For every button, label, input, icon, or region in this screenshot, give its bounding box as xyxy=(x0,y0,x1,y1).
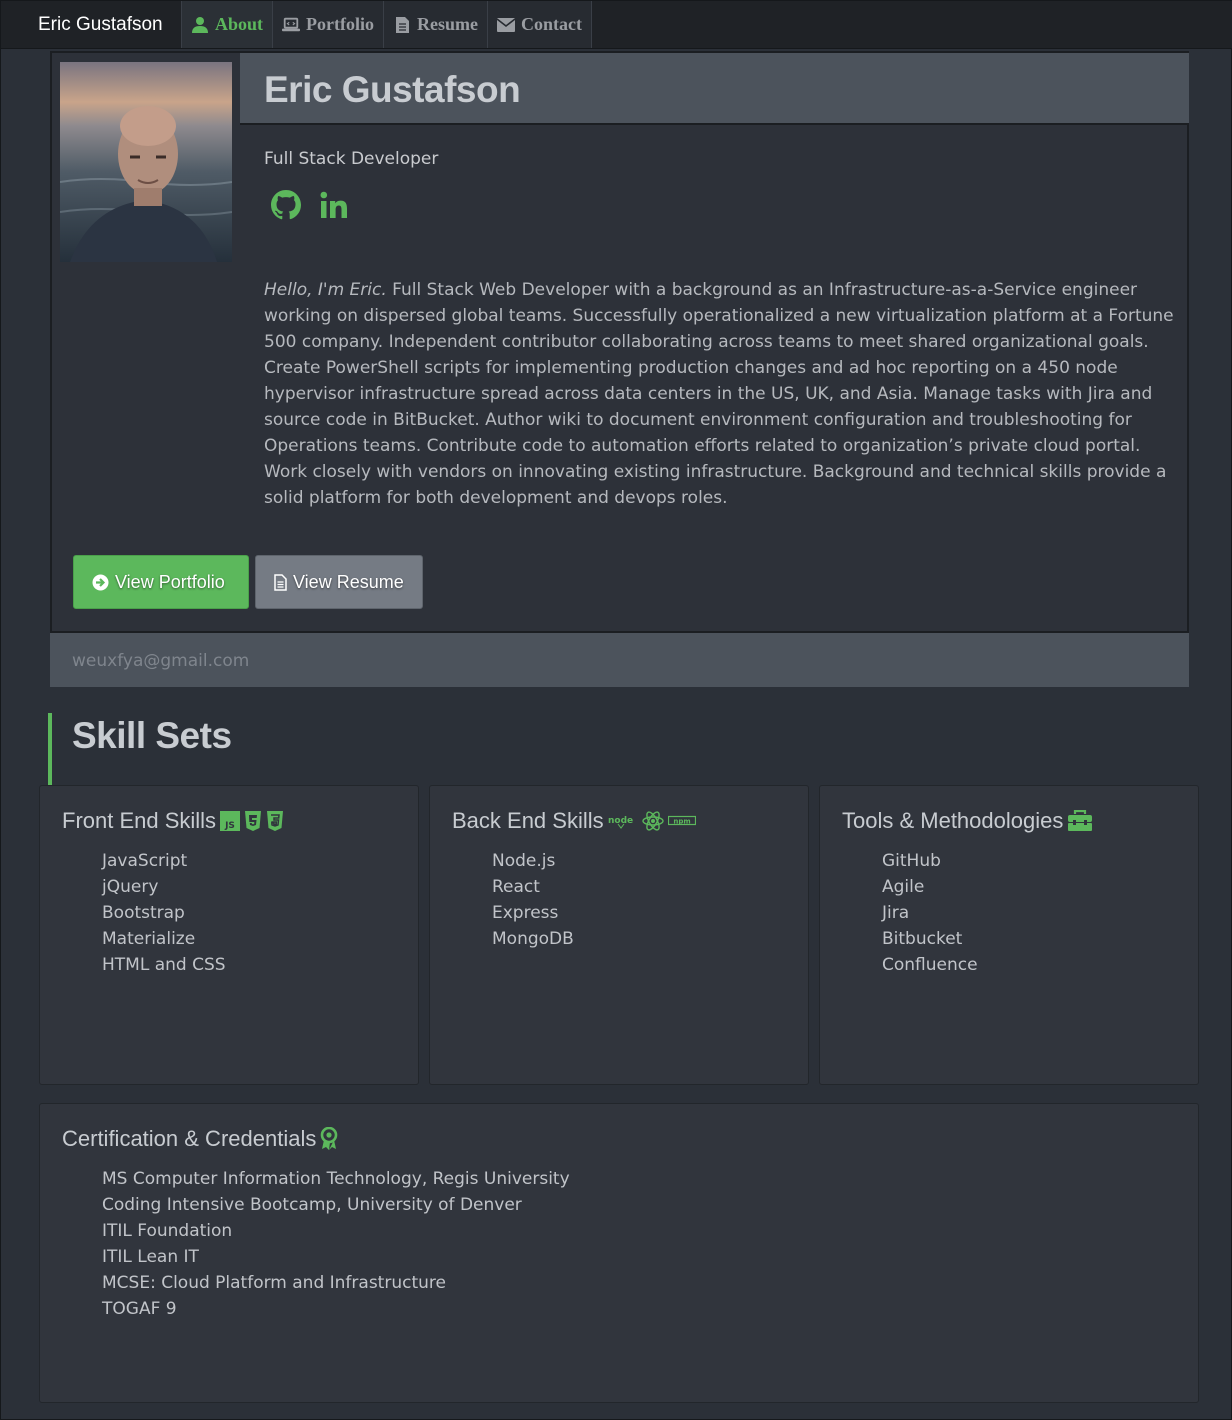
list-item: Jira xyxy=(882,903,910,923)
tools-title: Tools & Methodologies xyxy=(842,808,1064,833)
front-end-list: JavaScript jQuery Bootstrap Materialize … xyxy=(102,848,226,978)
github-icon[interactable] xyxy=(270,189,302,225)
node-icon: node xyxy=(608,813,638,829)
list-item: Confluence xyxy=(882,955,978,975)
npm-icon: npm xyxy=(667,815,696,827)
certifications-heading: Certification & Credentials xyxy=(62,1126,338,1152)
email-link[interactable]: weuxfya@gmail.com xyxy=(72,651,249,671)
profile-name: Eric Gustafson xyxy=(264,69,521,110)
name-header: Eric Gustafson xyxy=(240,53,1189,125)
view-resume-button[interactable]: View Resume xyxy=(255,555,423,609)
back-end-skills-card: Back End Skills node npm Node.js React E… xyxy=(429,785,809,1085)
file-outline-icon xyxy=(274,573,287,591)
nav-about-label: About xyxy=(215,14,264,34)
profile-card: Eric Gustafson Full Stack Developer Hell… xyxy=(50,51,1189,687)
back-end-title: Back End Skills xyxy=(452,808,604,833)
job-title: Full Stack Developer xyxy=(264,149,439,169)
tools-card: Tools & Methodologies GitHub Agile Jira … xyxy=(819,785,1199,1085)
list-item: Agile xyxy=(882,877,925,897)
profile-footer: weuxfya@gmail.com xyxy=(50,631,1189,687)
js-icon: JS xyxy=(220,811,241,831)
view-portfolio-button[interactable]: View Portfolio xyxy=(73,555,249,609)
list-item: Node.js xyxy=(492,851,556,871)
list-item: MS Computer Information Technology, Regi… xyxy=(102,1169,570,1189)
nav-portfolio-label: Portfolio xyxy=(306,14,374,34)
arrow-circle-right-icon xyxy=(92,574,109,591)
list-item: TOGAF 9 xyxy=(102,1299,177,1319)
file-icon xyxy=(393,16,411,34)
nav-contact-label: Contact xyxy=(521,14,582,34)
tools-heading: Tools & Methodologies xyxy=(842,808,1093,834)
user-icon xyxy=(191,16,209,34)
list-item: jQuery xyxy=(102,877,159,897)
list-item: MongoDB xyxy=(492,929,574,949)
bio-intro: Hello, I'm Eric. xyxy=(264,280,387,300)
list-item: Bootstrap xyxy=(102,903,185,923)
front-end-heading: Front End Skills JS xyxy=(62,808,284,834)
certifications-list: MS Computer Information Technology, Regi… xyxy=(102,1166,570,1322)
css3-icon xyxy=(266,811,284,831)
list-item: HTML and CSS xyxy=(102,955,226,975)
list-item: Bitbucket xyxy=(882,929,963,949)
nav-resume-label: Resume xyxy=(417,14,478,34)
list-item: Materialize xyxy=(102,929,196,949)
laptop-icon xyxy=(282,16,301,34)
list-item: MCSE: Cloud Platform and Infrastructure xyxy=(102,1273,446,1293)
brand-link[interactable]: Eric Gustafson xyxy=(1,1,181,48)
svg-text:node: node xyxy=(608,816,633,826)
bio-text: Full Stack Web Developer with a backgrou… xyxy=(264,280,1174,508)
view-portfolio-label: View Portfolio xyxy=(115,571,225,592)
nav-portfolio[interactable]: Portfolio xyxy=(272,1,383,48)
nav-about[interactable]: About xyxy=(181,1,273,48)
linkedin-icon[interactable] xyxy=(320,190,350,224)
award-icon xyxy=(320,1127,338,1151)
html5-icon xyxy=(244,811,262,831)
certifications-title: Certification & Credentials xyxy=(62,1126,317,1151)
bio-paragraph: Hello, I'm Eric. Full Stack Web Develope… xyxy=(264,277,1174,511)
list-item: Coding Intensive Bootcamp, University of… xyxy=(102,1195,522,1215)
navbar: Eric Gustafson About Portfolio Resume Co… xyxy=(1,1,1232,49)
back-end-list: Node.js React Express MongoDB xyxy=(492,848,574,952)
list-item: GitHub xyxy=(882,851,941,871)
front-end-skills-card: Front End Skills JS JavaScript jQuery Bo… xyxy=(39,785,419,1085)
social-links xyxy=(270,189,350,225)
svg-text:JS: JS xyxy=(224,821,235,831)
back-end-heading: Back End Skills node npm xyxy=(452,808,696,834)
toolbox-icon xyxy=(1067,810,1093,832)
svg-text:npm: npm xyxy=(673,818,690,826)
profile-photo xyxy=(60,62,232,262)
list-item: ITIL Foundation xyxy=(102,1221,233,1241)
nav-resume[interactable]: Resume xyxy=(383,1,487,48)
front-end-title: Front End Skills xyxy=(62,808,217,833)
list-item: React xyxy=(492,877,540,897)
nav-contact[interactable]: Contact xyxy=(487,1,592,48)
skill-sets-title: Skill Sets xyxy=(72,715,232,756)
list-item: JavaScript xyxy=(102,851,188,871)
list-item: ITIL Lean IT xyxy=(102,1247,199,1267)
certifications-card: Certification & Credentials MS Computer … xyxy=(39,1103,1199,1403)
envelope-icon xyxy=(497,16,515,34)
react-icon xyxy=(641,810,664,832)
page: Eric Gustafson About Portfolio Resume Co… xyxy=(0,0,1232,1420)
skill-sets-heading: Skill Sets xyxy=(48,713,232,785)
view-resume-label: View Resume xyxy=(293,571,404,592)
tools-list: GitHub Agile Jira Bitbucket Confluence xyxy=(882,848,978,978)
list-item: Express xyxy=(492,903,559,923)
